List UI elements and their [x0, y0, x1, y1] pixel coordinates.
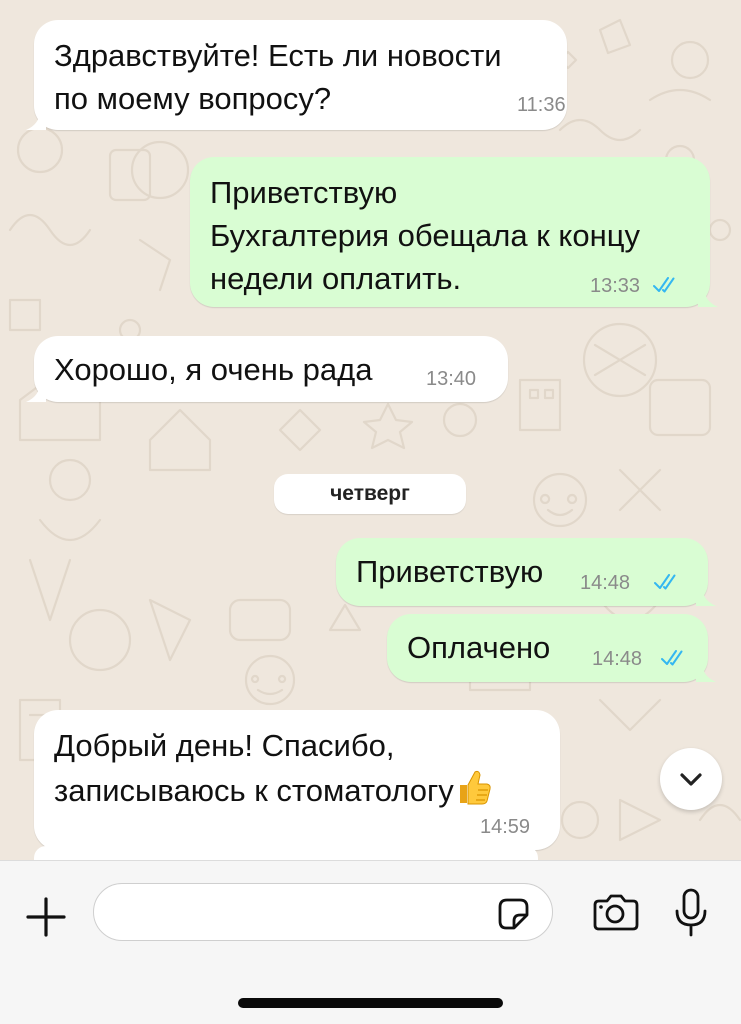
message-bubble-partial: [34, 846, 538, 860]
message-bubble-outgoing[interactable]: Приветствую Бухгалтерия обещала к концу не…: [190, 157, 718, 307]
bubble-tail: [696, 662, 716, 682]
chevron-down-icon: [680, 773, 702, 786]
message-time: 13:33: [590, 275, 641, 297]
home-indicator: [238, 998, 503, 1008]
message-bubble-incoming[interactable]: Здравствуйте! Есть ли новости по моему во…: [26, 20, 567, 130]
thumbs-up-icon: [459, 770, 491, 805]
date-separator: четверг: [274, 474, 466, 514]
chat-background: Здравствуйте! Есть ли новости по моему во…: [0, 0, 741, 860]
message-bubble-incoming[interactable]: Хорошо, я очень рада 13:40: [26, 336, 508, 402]
message-input[interactable]: [93, 883, 553, 941]
message-input-bar: [0, 860, 741, 1024]
double-check-icon: [661, 650, 683, 666]
message-time: 14:48: [580, 572, 631, 594]
scroll-to-bottom-button[interactable]: [660, 748, 722, 810]
plus-icon[interactable]: [24, 895, 68, 939]
message-time: 11:36: [517, 94, 566, 116]
message-time: 14:48: [592, 648, 643, 670]
double-check-icon: [654, 574, 676, 590]
message-bubble-outgoing[interactable]: Оплачено 14:48: [387, 614, 716, 682]
bubble-tail: [696, 586, 716, 606]
message-text: Добрый день! Спасибо, записываюсь к стома…: [54, 724, 494, 812]
bubble-tail: [26, 110, 46, 130]
message-bubble-incoming[interactable]: Добрый день! Спасибо, записываюсь к стома…: [34, 710, 560, 850]
message-text: Хорошо, я очень рада: [54, 352, 373, 387]
bubble-tail: [698, 287, 718, 307]
camera-icon[interactable]: [591, 893, 639, 933]
microphone-icon[interactable]: [672, 887, 710, 939]
sticker-icon[interactable]: [494, 895, 532, 933]
message-text: Здравствуйте! Есть ли новости по моему во…: [54, 38, 502, 116]
bubble-tail: [26, 382, 46, 402]
double-check-icon: [653, 277, 675, 293]
message-text: Приветствую: [356, 554, 544, 589]
message-text: Оплачено: [407, 630, 551, 665]
message-time: 14:59: [480, 816, 531, 838]
message-time: 13:40: [426, 368, 477, 390]
message-bubble-outgoing[interactable]: Приветствую 14:48: [336, 538, 716, 606]
message-text: Приветствую Бухгалтерия обещала к концу не…: [210, 175, 640, 296]
